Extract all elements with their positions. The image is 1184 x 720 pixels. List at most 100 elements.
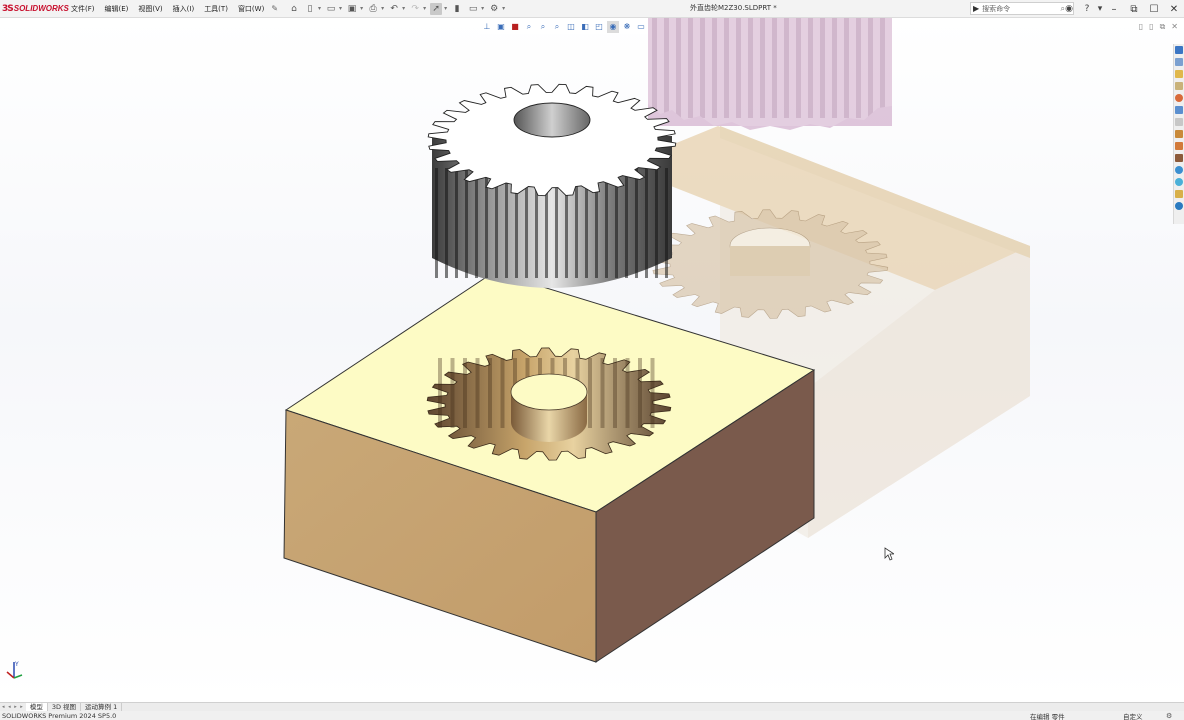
zoom-to-fit-icon[interactable]: ▣ xyxy=(495,21,507,33)
dynamic-annotation-icon[interactable]: ⌕ xyxy=(551,21,563,33)
rebuild-dropdown-icon[interactable]: ▾ xyxy=(481,5,484,12)
apply-scene-icon[interactable]: ❋ xyxy=(621,21,633,33)
search-input[interactable]: 搜索命令 xyxy=(982,4,1060,14)
solidworks-forum-icon[interactable] xyxy=(1175,118,1183,126)
pocket-tooth-shadow xyxy=(475,358,480,428)
pin-menu-icon[interactable]: ✎ xyxy=(271,4,278,13)
gear-tooth-groove xyxy=(505,168,508,278)
user-icon[interactable]: ◉ xyxy=(1060,4,1078,14)
maximize-icon[interactable]: ☐ xyxy=(1144,4,1164,15)
undo-icon[interactable]: ↶ xyxy=(388,3,400,15)
markup-icon[interactable] xyxy=(1175,178,1183,186)
redo-icon[interactable]: ↷ xyxy=(409,3,421,15)
status-settings-icon[interactable]: ⚙ xyxy=(1166,712,1172,720)
ghost-gear-tooth xyxy=(772,18,777,118)
display-style-icon[interactable]: ◧ xyxy=(579,21,591,33)
edit-appearance-icon[interactable]: ◉ xyxy=(607,21,619,33)
quick-access-toolbar: ⌂ ▯ ▾ ▭ ▾ ▣ ▾ ⎙ ▾ ↶ ▾ ↷ ▾ ➚ ▾ ▮ ▭ ▾ ⚙ ▾ xyxy=(286,2,507,15)
options-dropdown-icon[interactable]: ▾ xyxy=(502,5,505,12)
previous-view-icon[interactable]: ⌕ xyxy=(523,21,535,33)
new-document-icon[interactable]: ▯ xyxy=(304,3,316,15)
save-icon[interactable]: ▣ xyxy=(346,3,358,15)
svg-text:Y: Y xyxy=(14,661,19,668)
open-dropdown-icon[interactable]: ▾ xyxy=(339,5,342,12)
menu-file[interactable]: 文件(F) xyxy=(66,4,100,14)
gear-icon[interactable]: ⚙ xyxy=(488,3,500,15)
extensions-icon[interactable] xyxy=(1175,202,1183,210)
restore-icon[interactable]: ⧉ xyxy=(1124,4,1144,15)
redo-dropdown-icon[interactable]: ▾ xyxy=(423,5,426,12)
help-dropdown-icon[interactable]: ▾ xyxy=(1096,4,1104,14)
minimize-icon[interactable]: – xyxy=(1104,4,1124,15)
ghost-gear-top xyxy=(648,18,892,130)
viewport-restore-icon[interactable]: ▯ xyxy=(1139,22,1143,32)
menu-bar: 文件(F) 编辑(E) 视图(V) 插入(I) 工具(T) 窗口(W) ✎ xyxy=(66,4,278,14)
appearances-icon[interactable] xyxy=(1175,94,1183,102)
close-icon[interactable]: ✕ xyxy=(1164,4,1184,15)
ghost-gear-tooth xyxy=(880,18,885,118)
graphics-area[interactable]: ⊥ ▣ ■ ⌕ ⌕ ⌕ ◫ ◧ ◰ ◉ ❋ ▭ ▯ ▯ ⧉ ✕ Y xyxy=(0,18,1184,702)
traffic-light-icon[interactable]: ▮ xyxy=(451,3,463,15)
menu-insert[interactable]: 插入(I) xyxy=(168,4,200,14)
search-commands[interactable]: ▶ 搜索命令 ⌕ ▾ xyxy=(970,2,1074,15)
view-settings-icon[interactable]: ▭ xyxy=(635,21,647,33)
solidworks-resources-icon[interactable] xyxy=(1175,46,1183,54)
open-icon[interactable]: ▭ xyxy=(325,3,337,15)
ghost-gear-tooth xyxy=(700,18,705,118)
ghost-gear-tooth xyxy=(736,18,741,118)
ghost-gear-tooth xyxy=(760,18,765,118)
pocket-tooth-shadow xyxy=(438,358,442,428)
zoom-to-area-icon[interactable]: ■ xyxy=(509,21,521,33)
new-dropdown-icon[interactable]: ▾ xyxy=(318,5,321,12)
view-palette-icon[interactable] xyxy=(1175,82,1183,90)
viewport-tile-icon[interactable]: ▯ xyxy=(1149,22,1153,32)
gear-tooth-groove xyxy=(455,168,458,278)
select-dropdown-icon[interactable]: ▾ xyxy=(444,5,447,12)
product-version: SOLIDWORKS Premium 2024 SP5.0 xyxy=(2,711,117,720)
undo-dropdown-icon[interactable]: ▾ xyxy=(402,5,405,12)
gear-face xyxy=(427,83,677,197)
gear-bore xyxy=(513,102,591,138)
file-explorer-icon[interactable] xyxy=(1175,70,1183,78)
gear-tooth-groove xyxy=(635,168,638,278)
print-icon[interactable]: ⎙ xyxy=(367,3,379,15)
viewport-maximize-icon[interactable]: ⧉ xyxy=(1160,22,1166,32)
view-orientation-icon[interactable]: ⊥ xyxy=(481,21,493,33)
3d-model-scene[interactable] xyxy=(0,18,1184,702)
hide-show-icon[interactable]: ◰ xyxy=(593,21,605,33)
help-icon[interactable]: ? xyxy=(1078,4,1096,14)
design-library-icon[interactable] xyxy=(1175,58,1183,66)
pocket-tooth-shadow xyxy=(463,358,467,428)
custom-properties-icon[interactable] xyxy=(1175,106,1183,114)
rebuild-icon[interactable]: ▭ xyxy=(467,3,479,15)
section-view-icon[interactable]: ⌕ xyxy=(537,21,549,33)
3dexperience-icon[interactable] xyxy=(1175,130,1183,138)
home-icon[interactable]: ⌂ xyxy=(288,3,300,15)
solidworks-logo[interactable]: 3S SOLIDWORKS xyxy=(0,4,69,14)
menu-window[interactable]: 窗口(W) xyxy=(233,4,269,14)
pocket-tooth-shadow xyxy=(613,358,617,428)
tab-scroll-arrows[interactable]: ◂ ◂ ▸ ▸ xyxy=(0,704,26,710)
ghost-gear-tooth xyxy=(796,18,801,118)
viewport-window-controls: ▯ ▯ ⧉ ✕ xyxy=(1133,22,1178,32)
units-customize[interactable]: 自定义 xyxy=(1123,711,1143,720)
menu-view[interactable]: 视图(V) xyxy=(133,4,167,14)
view-selector-icon[interactable]: ◫ xyxy=(565,21,577,33)
select-arrow-icon[interactable]: ➚ xyxy=(430,2,443,15)
menu-tools[interactable]: 工具(T) xyxy=(199,4,233,14)
marketplace-icon[interactable] xyxy=(1175,142,1183,150)
model-view-tabs: ◂ ◂ ▸ ▸ 模型 3D 视图 运动算例 1 xyxy=(0,702,1184,712)
ghost-gear-tooth xyxy=(652,18,657,118)
recorder-icon[interactable] xyxy=(1175,154,1183,162)
tutorials-icon[interactable] xyxy=(1175,190,1183,198)
mouse-cursor-icon xyxy=(884,547,894,561)
pocket-tooth-shadow xyxy=(488,358,492,428)
viewport-close-icon[interactable]: ✕ xyxy=(1171,22,1178,32)
print-dropdown-icon[interactable]: ▾ xyxy=(381,5,384,12)
status-bar: SOLIDWORKS Premium 2024 SP5.0 在编辑 零件 自定义… xyxy=(0,711,1184,720)
cloud-icon[interactable] xyxy=(1175,166,1183,174)
save-dropdown-icon[interactable]: ▾ xyxy=(360,5,363,12)
ghost-gear-tooth xyxy=(712,18,717,118)
menu-edit[interactable]: 编辑(E) xyxy=(100,4,134,14)
pocket-tooth-shadow xyxy=(638,358,642,428)
